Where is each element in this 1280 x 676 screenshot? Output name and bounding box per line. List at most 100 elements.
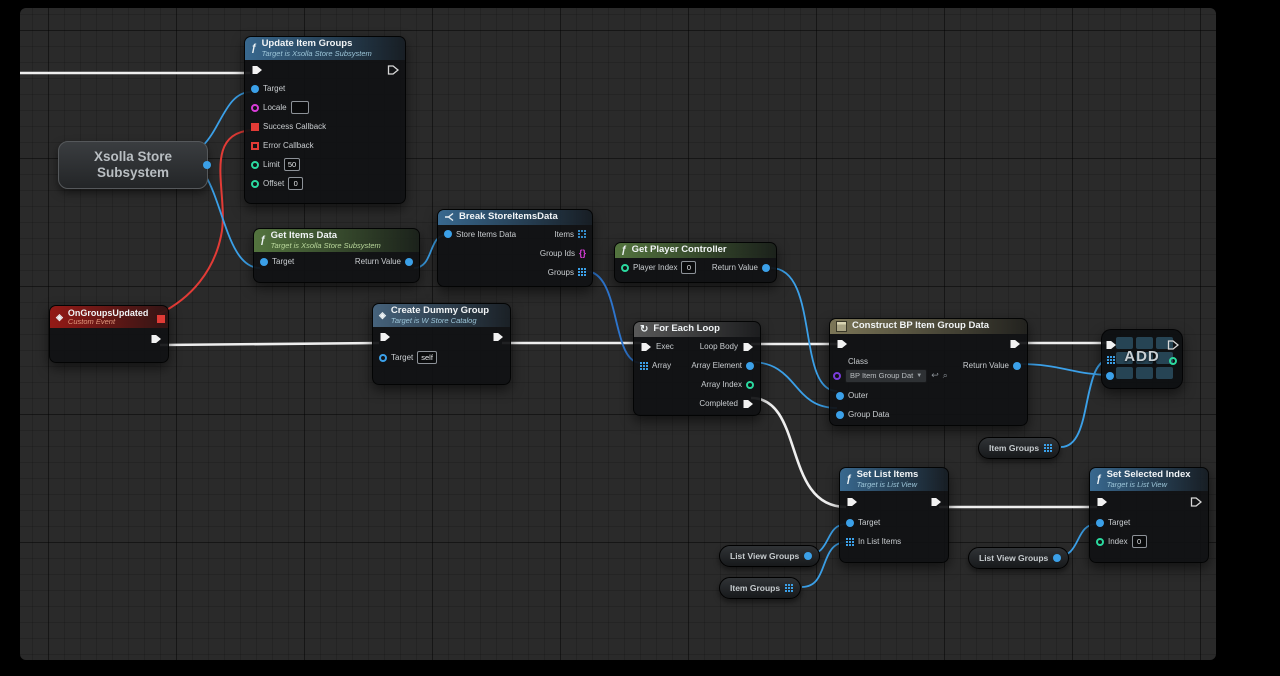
node-header: ƒ Get Player Controller — [615, 243, 776, 258]
exec-in-pin[interactable] — [836, 338, 848, 350]
groups-array-pin[interactable] — [578, 268, 586, 276]
node-for-each-loop[interactable]: ↻ For Each Loop Exec Loop Body Array Arr… — [633, 321, 761, 416]
exec-in-pin[interactable] — [1096, 496, 1108, 508]
node-header: Break StoreItemsData — [438, 210, 592, 225]
player-index-field[interactable]: 0 — [681, 261, 696, 274]
function-icon: ƒ — [846, 474, 852, 485]
new-item-pin[interactable] — [1106, 372, 1114, 380]
error-callback-pin[interactable] — [251, 142, 259, 150]
index-out-pin[interactable] — [1169, 357, 1177, 365]
target-pin[interactable] — [251, 85, 259, 93]
exec-out-pin[interactable] — [150, 333, 162, 345]
reset-icon[interactable]: ↩ — [931, 370, 939, 381]
exec-out-pin[interactable] — [1190, 496, 1202, 508]
exec-in-pin[interactable] — [1105, 339, 1117, 351]
target-pin[interactable] — [1096, 519, 1104, 527]
exec-in-pin[interactable] — [379, 331, 391, 343]
dropdown-arrow-icon: ▼ — [916, 373, 922, 379]
class-pin[interactable] — [833, 372, 841, 380]
class-dropdown[interactable]: BP Item Group Dat▼ — [845, 369, 927, 383]
return-value-row: Return Value — [963, 361, 1021, 370]
node-ongroupsupdated[interactable]: ◈ OnGroupsUpdated Custom Event — [49, 305, 169, 363]
return-value-pin[interactable] — [203, 161, 211, 169]
pin-label: Target — [263, 84, 285, 93]
limit-value-field[interactable]: 50 — [284, 158, 300, 171]
items-array-pin[interactable] — [578, 230, 586, 238]
pin-label: Exec — [656, 342, 674, 351]
object-out-pin[interactable] — [804, 552, 812, 560]
array-out-pin[interactable] — [1044, 444, 1052, 452]
node-add-array-element[interactable]: ADD — [1101, 329, 1183, 389]
array-pin[interactable] — [640, 362, 648, 370]
exec-out-pin[interactable] — [1009, 338, 1021, 350]
blueprint-canvas[interactable]: ƒ Update Item Groups Target is Xsolla St… — [20, 8, 1216, 660]
function-icon: ƒ — [621, 245, 627, 256]
node-create-dummy-group[interactable]: ◈ Create Dummy Group Target is W Store C… — [372, 303, 511, 385]
array-index-pin[interactable] — [746, 381, 754, 389]
node-get-items-data[interactable]: ƒ Get Items Data Target is Xsolla Store … — [253, 228, 420, 283]
index-pin[interactable] — [1096, 538, 1104, 546]
break-struct-icon — [444, 212, 454, 222]
return-value-pin[interactable] — [1013, 362, 1021, 370]
var-item-groups[interactable]: Item Groups — [978, 437, 1060, 459]
exec-in-pin[interactable] — [251, 64, 263, 76]
store-items-data-pin[interactable] — [444, 230, 452, 238]
offset-pin[interactable] — [251, 180, 259, 188]
node-construct-bp-item-group-data[interactable]: Construct BP Item Group Data Class BP It… — [829, 318, 1028, 426]
exec-out-pin[interactable] — [930, 496, 942, 508]
pin-label: Index — [1108, 537, 1128, 546]
exec-out-pin[interactable] — [492, 331, 504, 343]
function-call-icon: ◈ — [379, 310, 386, 321]
node-update-item-groups[interactable]: ƒ Update Item Groups Target is Xsolla St… — [244, 36, 406, 204]
index-value-field[interactable]: 0 — [1132, 535, 1147, 548]
exec-out-pin[interactable] — [1167, 339, 1179, 351]
pin-label: Array Index — [701, 380, 742, 389]
array-out-pin[interactable] — [785, 584, 793, 592]
node-get-player-controller[interactable]: ƒ Get Player Controller Player Index0 Re… — [614, 242, 777, 283]
target-array-pin[interactable] — [1107, 356, 1115, 364]
node-header: ƒ Set Selected Index Target is List View — [1090, 468, 1208, 491]
exec-out-pin[interactable] — [387, 64, 399, 76]
loop-body-exec-pin[interactable] — [742, 341, 754, 353]
function-icon: ƒ — [260, 235, 266, 246]
target-pin[interactable] — [379, 354, 387, 362]
group-data-pin[interactable] — [836, 411, 844, 419]
pin-label: Class — [848, 357, 868, 366]
group-ids-set-pin[interactable]: {} — [579, 249, 586, 258]
node-title: For Each Loop — [653, 324, 720, 335]
limit-pin[interactable] — [251, 161, 259, 169]
delegate-pin[interactable] — [157, 315, 165, 323]
player-index-pin[interactable] — [621, 264, 629, 272]
target-pin[interactable] — [260, 258, 268, 266]
node-set-selected-index[interactable]: ƒ Set Selected Index Target is List View… — [1089, 467, 1209, 563]
var-list-view-groups[interactable]: List View Groups — [968, 547, 1069, 569]
completed-exec-pin[interactable] — [742, 398, 754, 410]
offset-value-field[interactable]: 0 — [288, 177, 303, 190]
target-self-field[interactable]: self — [417, 351, 437, 364]
array-element-pin[interactable] — [746, 362, 754, 370]
construct-icon — [836, 321, 847, 332]
pin-label: Offset — [263, 179, 284, 188]
pin-label: In List Items — [858, 537, 901, 546]
node-set-list-items[interactable]: ƒ Set List Items Target is List View Tar… — [839, 467, 949, 563]
browse-icon[interactable]: ⌕ — [943, 370, 948, 381]
return-value-pin[interactable] — [762, 264, 770, 272]
target-pin[interactable] — [846, 519, 854, 527]
node-header: ↻ For Each Loop — [634, 322, 760, 337]
node-header: ƒ Get Items Data Target is Xsolla Store … — [254, 229, 419, 252]
pin-label: Target — [858, 518, 880, 527]
locale-value-field[interactable] — [291, 101, 309, 114]
outer-pin[interactable] — [836, 392, 844, 400]
locale-pin[interactable] — [251, 104, 259, 112]
var-item-groups[interactable]: Item Groups — [719, 577, 801, 599]
pin-label: Return Value — [963, 361, 1009, 370]
node-break-storeitemsdata[interactable]: Break StoreItemsData Store Items Data It… — [437, 209, 593, 287]
var-list-view-groups[interactable]: List View Groups — [719, 545, 820, 567]
exec-in-pin[interactable] — [640, 341, 652, 353]
node-xsolla-store-subsystem[interactable]: Xsolla StoreSubsystem — [58, 141, 208, 189]
exec-in-pin[interactable] — [846, 496, 858, 508]
object-out-pin[interactable] — [1053, 554, 1061, 562]
success-callback-pin[interactable] — [251, 123, 259, 131]
return-value-pin[interactable] — [405, 258, 413, 266]
in-list-items-pin[interactable] — [846, 538, 854, 546]
